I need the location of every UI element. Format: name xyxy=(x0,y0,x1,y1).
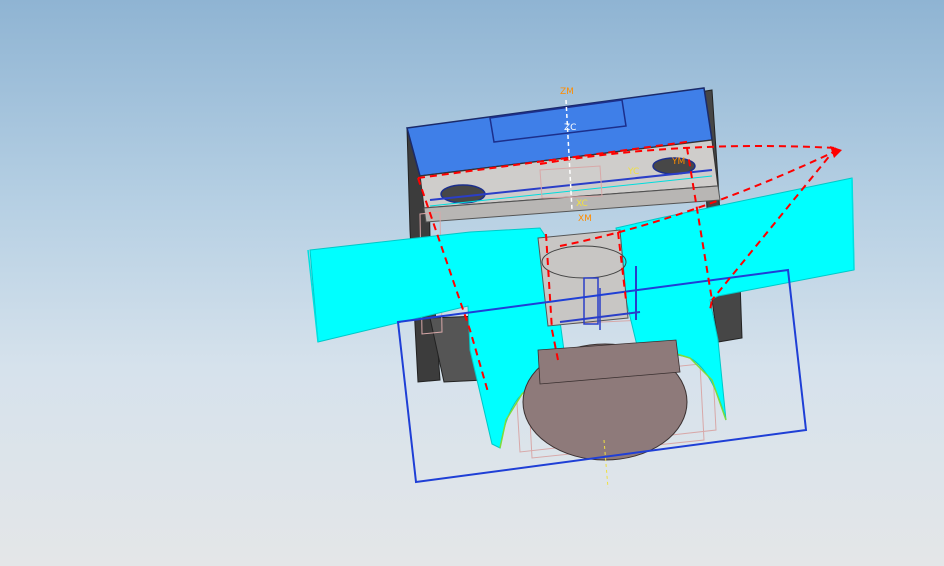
zc-axis-label: ZC xyxy=(564,123,576,133)
model-scene[interactable]: ZM ZC YC YM XC XM xyxy=(0,0,944,566)
graphics-viewport[interactable]: ZM ZC YC YM XC XM xyxy=(0,0,944,566)
xc-axis-label: XC xyxy=(576,199,588,209)
yc-axis-label: YC xyxy=(627,167,639,177)
ym-axis-label: YM xyxy=(671,157,685,167)
xm-axis-label: XM xyxy=(578,214,592,224)
zm-axis-label: ZM xyxy=(560,87,574,97)
